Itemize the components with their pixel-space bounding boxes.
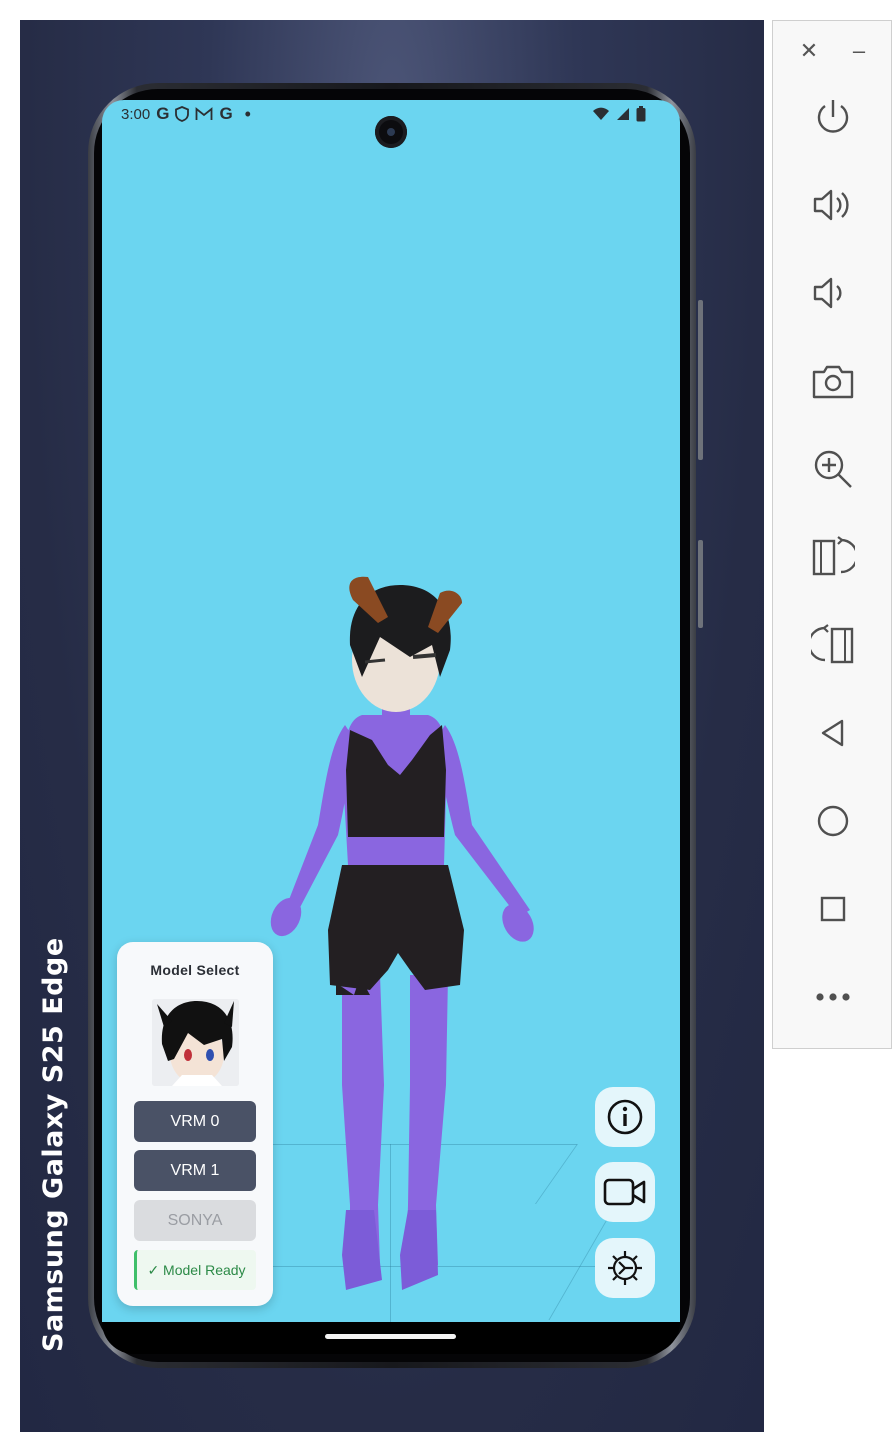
home-gesture-handle[interactable] [325, 1334, 456, 1339]
minimize-icon[interactable]: – [847, 38, 871, 63]
record-video-button[interactable] [595, 1162, 655, 1222]
settings-gear-icon [608, 1251, 642, 1285]
model-thumbnail [152, 999, 239, 1086]
home-button[interactable] [807, 795, 859, 847]
info-icon [607, 1099, 643, 1135]
rotate-left-icon [811, 624, 854, 664]
back-icon [821, 719, 844, 747]
model-select-panel: Model Select VRM 0 VRM 1 SONYA ✓ Model R… [117, 942, 273, 1306]
dot-icon: • [244, 103, 251, 124]
front-camera-cutout [375, 116, 407, 148]
shield-icon [175, 106, 190, 122]
battery-icon [636, 106, 646, 122]
volume-up-button[interactable] [807, 179, 859, 231]
screenshot-camera-icon [812, 365, 854, 399]
signal-icon [617, 108, 629, 120]
video-camera-icon [603, 1178, 646, 1206]
gmail-icon [196, 107, 213, 120]
power-button[interactable] [807, 91, 859, 143]
close-icon[interactable]: ✕ [797, 38, 821, 63]
wifi-icon [593, 107, 609, 120]
google-g-icon: G [219, 104, 233, 123]
info-button[interactable] [595, 1087, 655, 1147]
emulator-toolbar: ✕ – [772, 20, 892, 1049]
vrm1-button[interactable]: VRM 1 [134, 1150, 256, 1191]
volume-down-button[interactable] [807, 267, 859, 319]
status-bar-right [592, 104, 646, 124]
device-brand-label: Samsung Galaxy S25 Edge [38, 937, 69, 1352]
rotate-left-button[interactable] [807, 619, 859, 671]
volume-up-icon [813, 189, 849, 221]
power-icon [817, 100, 849, 133]
zoom-icon [814, 450, 852, 488]
power-side-key [698, 540, 703, 628]
model-select-title: Model Select [150, 962, 240, 978]
volume-rocker [698, 300, 703, 460]
volume-down-icon [813, 277, 842, 309]
rotate-right-button[interactable] [807, 531, 859, 583]
zoom-button[interactable] [807, 443, 859, 495]
vrm0-button[interactable]: VRM 0 [134, 1101, 256, 1142]
overview-button[interactable] [807, 883, 859, 935]
status-bar-left: 3:00 G G • [121, 104, 251, 124]
avatar-thumbnail-image [152, 999, 239, 1086]
sonya-button[interactable]: SONYA [134, 1200, 256, 1241]
settings-button[interactable] [595, 1238, 655, 1298]
status-time: 3:00 [121, 105, 151, 123]
model-ready-status: ✓ Model Ready [134, 1250, 256, 1290]
more-button[interactable] [807, 971, 859, 1023]
rotate-right-icon [812, 536, 855, 576]
google-g-icon: G [156, 104, 170, 123]
vrm-avatar-model[interactable] [250, 565, 550, 1300]
back-button[interactable] [807, 707, 859, 759]
home-icon [817, 805, 849, 837]
screenshot-button[interactable] [807, 355, 859, 407]
more-icon [816, 993, 850, 1001]
overview-icon [820, 896, 846, 922]
